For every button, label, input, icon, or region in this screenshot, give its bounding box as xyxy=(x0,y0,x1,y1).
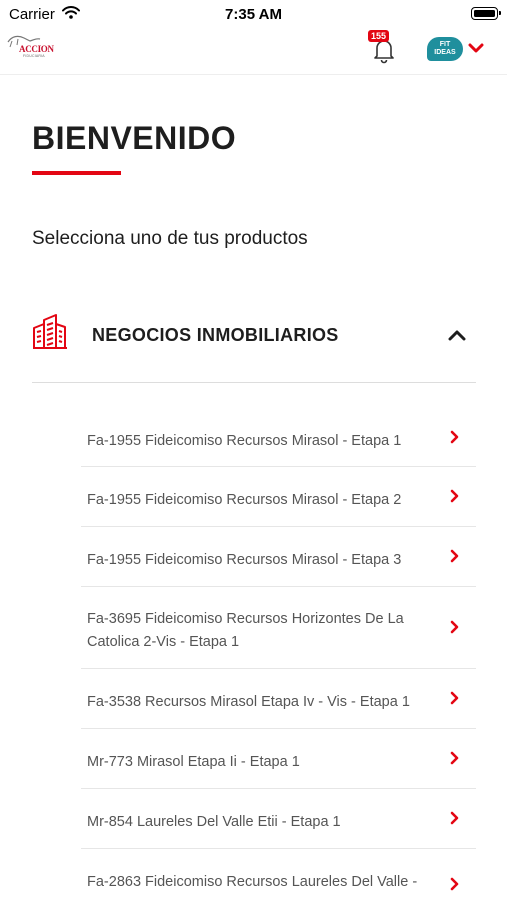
list-item-label: Fa-1955 Fideicomiso Recursos Mirasol - E… xyxy=(87,433,402,449)
avatar-line-1: FIT xyxy=(439,41,451,48)
chevron-down-icon[interactable] xyxy=(468,41,484,59)
list-item-label: Mr-854 Laureles Del Valle Etii - Etapa 1 xyxy=(87,814,341,830)
list-item[interactable]: Fa-1955 Fideicomiso Recursos Mirasol - E… xyxy=(81,467,476,527)
chevron-right-icon xyxy=(450,620,460,639)
list-item[interactable]: Mr-773 Mirasol Etapa Ii - Etapa 1 xyxy=(81,729,476,789)
list-item[interactable]: Mr-854 Laureles Del Valle Etii - Etapa 1 xyxy=(81,789,476,849)
app-header: ACCION FIDUCIARIA 155 FIT IDEAS xyxy=(0,28,507,75)
list-item[interactable]: Fa-1955 Fideicomiso Recursos Mirasol - E… xyxy=(81,408,476,467)
logo-word: ACCION xyxy=(19,44,54,54)
list-item-label: Fa-3695 Fideicomiso Recursos Horizontes … xyxy=(87,611,404,650)
chevron-right-icon xyxy=(450,549,460,568)
title-underline xyxy=(32,171,121,175)
chevron-right-icon xyxy=(450,811,460,830)
page-subtitle: Selecciona uno de tus productos xyxy=(32,228,308,249)
notification-badge: 155 xyxy=(368,30,390,42)
avatar[interactable]: FIT IDEAS xyxy=(427,37,463,61)
list-item-label: Fa-3538 Recursos Mirasol Etapa Iv - Vis … xyxy=(87,694,410,710)
clock: 7:35 AM xyxy=(225,6,282,23)
page-title: BIENVENIDO xyxy=(32,120,237,156)
list-item-label: Mr-773 Mirasol Etapa Ii - Etapa 1 xyxy=(87,754,300,770)
list-item-label: Fa-1955 Fideicomiso Recursos Mirasol - E… xyxy=(87,492,402,508)
chevron-right-icon xyxy=(450,691,460,710)
brand-logo[interactable]: ACCION FIDUCIARIA xyxy=(6,32,56,60)
chevron-right-icon xyxy=(450,430,460,449)
list-item[interactable]: Fa-3695 Fideicomiso Recursos Horizontes … xyxy=(81,587,476,669)
list-item[interactable]: Fa-2863 Fideicomiso Recursos Laureles De… xyxy=(81,849,476,909)
list-item[interactable]: Fa-3538 Recursos Mirasol Etapa Iv - Vis … xyxy=(81,669,476,729)
list-item-label: Fa-1955 Fideicomiso Recursos Mirasol - E… xyxy=(87,552,402,568)
list-item[interactable]: Fa-1955 Fideicomiso Recursos Mirasol - E… xyxy=(81,527,476,587)
chevron-right-icon xyxy=(450,877,460,896)
avatar-line-2: IDEAS xyxy=(434,49,456,56)
chevron-up-icon[interactable] xyxy=(448,328,466,346)
battery-icon xyxy=(471,7,501,20)
section-title: NEGOCIOS INMOBILIARIOS xyxy=(92,325,339,345)
list-item-label: Fa-2863 Fideicomiso Recursos Laureles De… xyxy=(87,874,418,890)
status-bar: Carrier 7:35 AM xyxy=(0,0,507,28)
chevron-right-icon xyxy=(450,489,460,508)
chevron-right-icon xyxy=(450,751,460,770)
logo-subtitle: FIDUCIARIA xyxy=(23,54,45,58)
product-list: Fa-1955 Fideicomiso Recursos Mirasol - E… xyxy=(81,408,476,909)
section-header-negocios[interactable]: NEGOCIOS INMOBILIARIOS xyxy=(32,308,476,383)
buildings-icon xyxy=(32,312,68,350)
